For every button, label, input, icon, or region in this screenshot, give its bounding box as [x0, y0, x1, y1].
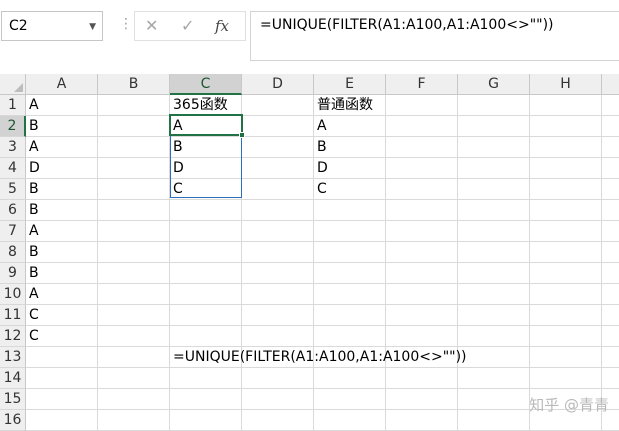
select-all-button[interactable]: [0, 74, 26, 95]
column-header-overflow[interactable]: [602, 74, 619, 95]
row-header-13[interactable]: 13: [0, 347, 26, 368]
row-header-9[interactable]: 9: [0, 263, 26, 284]
select-all-icon: [14, 83, 23, 92]
row-header-2[interactable]: 2: [0, 116, 26, 137]
cell-e1[interactable]: 普通函数: [314, 95, 386, 116]
row-header-5[interactable]: 5: [0, 179, 26, 200]
row-header-3[interactable]: 3: [0, 137, 26, 158]
column-header-e[interactable]: E: [314, 74, 386, 95]
row-header-14[interactable]: 14: [0, 368, 26, 389]
row-header-11[interactable]: 11: [0, 305, 26, 326]
row-header-8[interactable]: 8: [0, 242, 26, 263]
cell-c2[interactable]: A: [170, 116, 242, 137]
column-header-c[interactable]: C: [170, 74, 242, 95]
cell-a6[interactable]: B: [26, 200, 98, 221]
cell-e4[interactable]: D: [314, 158, 386, 179]
name-box-value: C2: [9, 18, 28, 34]
fill-handle[interactable]: [239, 132, 245, 138]
name-box[interactable]: C2 ▼: [1, 11, 103, 41]
sheet-gap: [0, 62, 619, 74]
chevron-down-icon[interactable]: ▼: [89, 22, 96, 32]
cell-c3[interactable]: B: [170, 137, 242, 158]
spreadsheet-grid: A B C D E F G H 1 2 3 4 5 6 7 8 9 10 11 …: [0, 74, 619, 431]
cell-a9[interactable]: B: [26, 263, 98, 284]
cell-c1[interactable]: 365函数: [170, 95, 242, 116]
cell-c5[interactable]: C: [170, 179, 242, 200]
insert-function-icon[interactable]: fx: [215, 17, 229, 35]
formula-text: =UNIQUE(FILTER(A1:A100,A1:A100<>"")): [260, 17, 554, 33]
cell-e3[interactable]: B: [314, 137, 386, 158]
cancel-icon[interactable]: ✕: [145, 16, 158, 35]
row-header-6[interactable]: 6: [0, 200, 26, 221]
cell-a5[interactable]: B: [26, 179, 98, 200]
row-header-16[interactable]: 16: [0, 410, 26, 431]
cell-a4[interactable]: D: [26, 158, 98, 179]
cell-a11[interactable]: C: [26, 305, 98, 326]
column-header-a[interactable]: A: [26, 74, 98, 95]
column-header-h[interactable]: H: [530, 74, 602, 95]
cell-a3[interactable]: A: [26, 137, 98, 158]
row-header-1[interactable]: 1: [0, 95, 26, 116]
row-header-12[interactable]: 12: [0, 326, 26, 347]
cell-c4[interactable]: D: [170, 158, 242, 179]
formula-input[interactable]: =UNIQUE(FILTER(A1:A100,A1:A100<>"")): [250, 11, 619, 61]
cell-a10[interactable]: A: [26, 284, 98, 305]
watermark: 知乎 @青青: [529, 396, 609, 414]
cell-e2[interactable]: A: [314, 116, 386, 137]
enter-icon[interactable]: ✓: [181, 16, 194, 35]
formula-bar-area: C2 ▼ ⋮ ✕ ✓ fx =UNIQUE(FILTER(A1:A100,A1:…: [0, 0, 619, 62]
cell-a7[interactable]: A: [26, 221, 98, 242]
column-header-f[interactable]: F: [386, 74, 458, 95]
cell-a12[interactable]: C: [26, 326, 98, 347]
cell-c13[interactable]: =UNIQUE(FILTER(A1:A100,A1:A100<>"")): [170, 347, 470, 368]
drag-handle-icon[interactable]: ⋮: [119, 16, 133, 32]
cell-a8[interactable]: B: [26, 242, 98, 263]
column-header-d[interactable]: D: [242, 74, 314, 95]
column-header-g[interactable]: G: [458, 74, 530, 95]
row-header-4[interactable]: 4: [0, 158, 26, 179]
column-header-b[interactable]: B: [98, 74, 170, 95]
formula-buttons: ✕ ✓ fx: [134, 11, 246, 41]
row-header-7[interactable]: 7: [0, 221, 26, 242]
row-header-15[interactable]: 15: [0, 389, 26, 410]
cell-a2[interactable]: B: [26, 116, 98, 137]
cell-e5[interactable]: C: [314, 179, 386, 200]
cell-a1[interactable]: A: [26, 95, 98, 116]
row-header-10[interactable]: 10: [0, 284, 26, 305]
